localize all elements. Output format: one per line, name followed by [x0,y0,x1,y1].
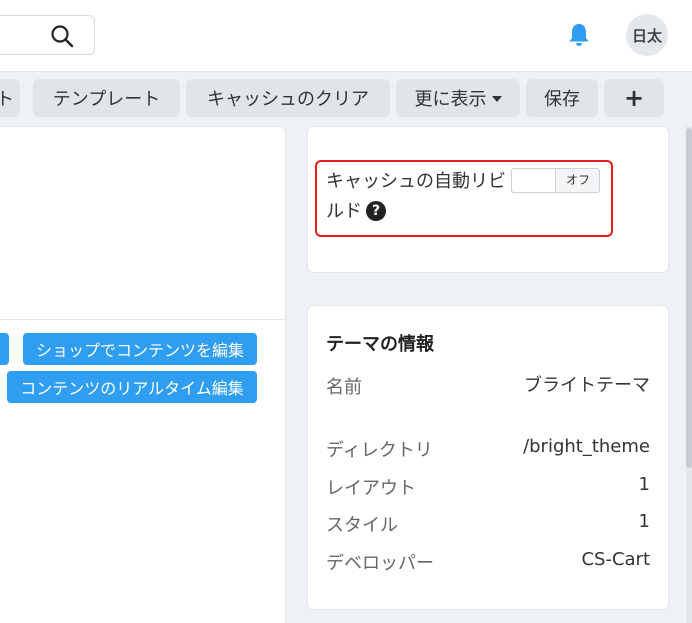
templates-button[interactable]: テンプレート [33,79,180,117]
clear-cache-label: キャッシュのクリア [207,89,369,110]
scrollbar-thumb[interactable] [686,128,692,468]
toolbar-partial-button[interactable]: ト [0,79,20,117]
help-icon[interactable]: ? [366,201,386,221]
cache-settings-card: キャッシュの自動リビルド? オフ [307,126,669,273]
more-dropdown-button[interactable]: 更に表示 [396,79,520,117]
live-edit-label: コンテンツのリアルタイム編集 [20,379,244,398]
add-button[interactable]: + [604,79,664,117]
cache-rebuild-label: キャッシュの自動リビルド [326,171,506,222]
more-label: 更に表示 [414,89,487,110]
toggle-state-label: オフ [565,173,590,187]
avatar[interactable]: 日太 [626,14,668,56]
toolbar-partial-label: ト [0,89,14,110]
edit-in-shop-button[interactable]: ショップでコンテンツを編集 [23,333,257,365]
search-icon[interactable] [50,24,74,48]
info-value-style: 1 [638,511,650,532]
chevron-down-icon [491,96,502,102]
info-label-directory: ディレクトリ [326,440,433,461]
toggle-knob [512,169,556,192]
theme-info-title: テーマの情報 [326,334,434,355]
theme-info-card: テーマの情報 名前 ブライトテーマ ディレクトリ /bright_theme レ… [307,305,669,610]
info-value-directory: /bright_theme [523,436,650,457]
panel-divider [0,319,287,320]
edit-in-shop-label: ショップでコンテンツを編集 [35,341,244,360]
plus-icon: + [623,84,645,112]
search-input[interactable] [0,15,95,55]
partial-blue-button[interactable] [0,333,9,365]
templates-label: テンプレート [52,89,161,110]
cache-rebuild-setting: キャッシュの自動リビルド? [326,167,506,227]
theme-preview-panel: ショップでコンテンツを編集 コンテンツのリアルタイム編集 [0,126,287,623]
info-label-layout: レイアウト [326,478,416,499]
bell-icon[interactable] [567,22,591,48]
info-value-layout: 1 [638,474,650,495]
save-button[interactable]: 保存 [526,79,598,117]
info-value-name: ブライトテーマ [524,375,650,396]
top-bar: 日太 [0,0,692,72]
save-label: 保存 [544,89,580,110]
cache-rebuild-toggle[interactable]: オフ [511,168,600,193]
toolbar: ト テンプレート キャッシュのクリア 更に表示 保存 + [0,72,692,126]
clear-cache-button[interactable]: キャッシュのクリア [186,79,390,117]
info-label-style: スタイル [326,515,398,536]
info-label-developer: デベロッパー [326,553,434,574]
info-label-name: 名前 [326,377,362,398]
info-value-developer: CS-Cart [581,549,650,570]
live-edit-button[interactable]: コンテンツのリアルタイム編集 [7,371,257,403]
